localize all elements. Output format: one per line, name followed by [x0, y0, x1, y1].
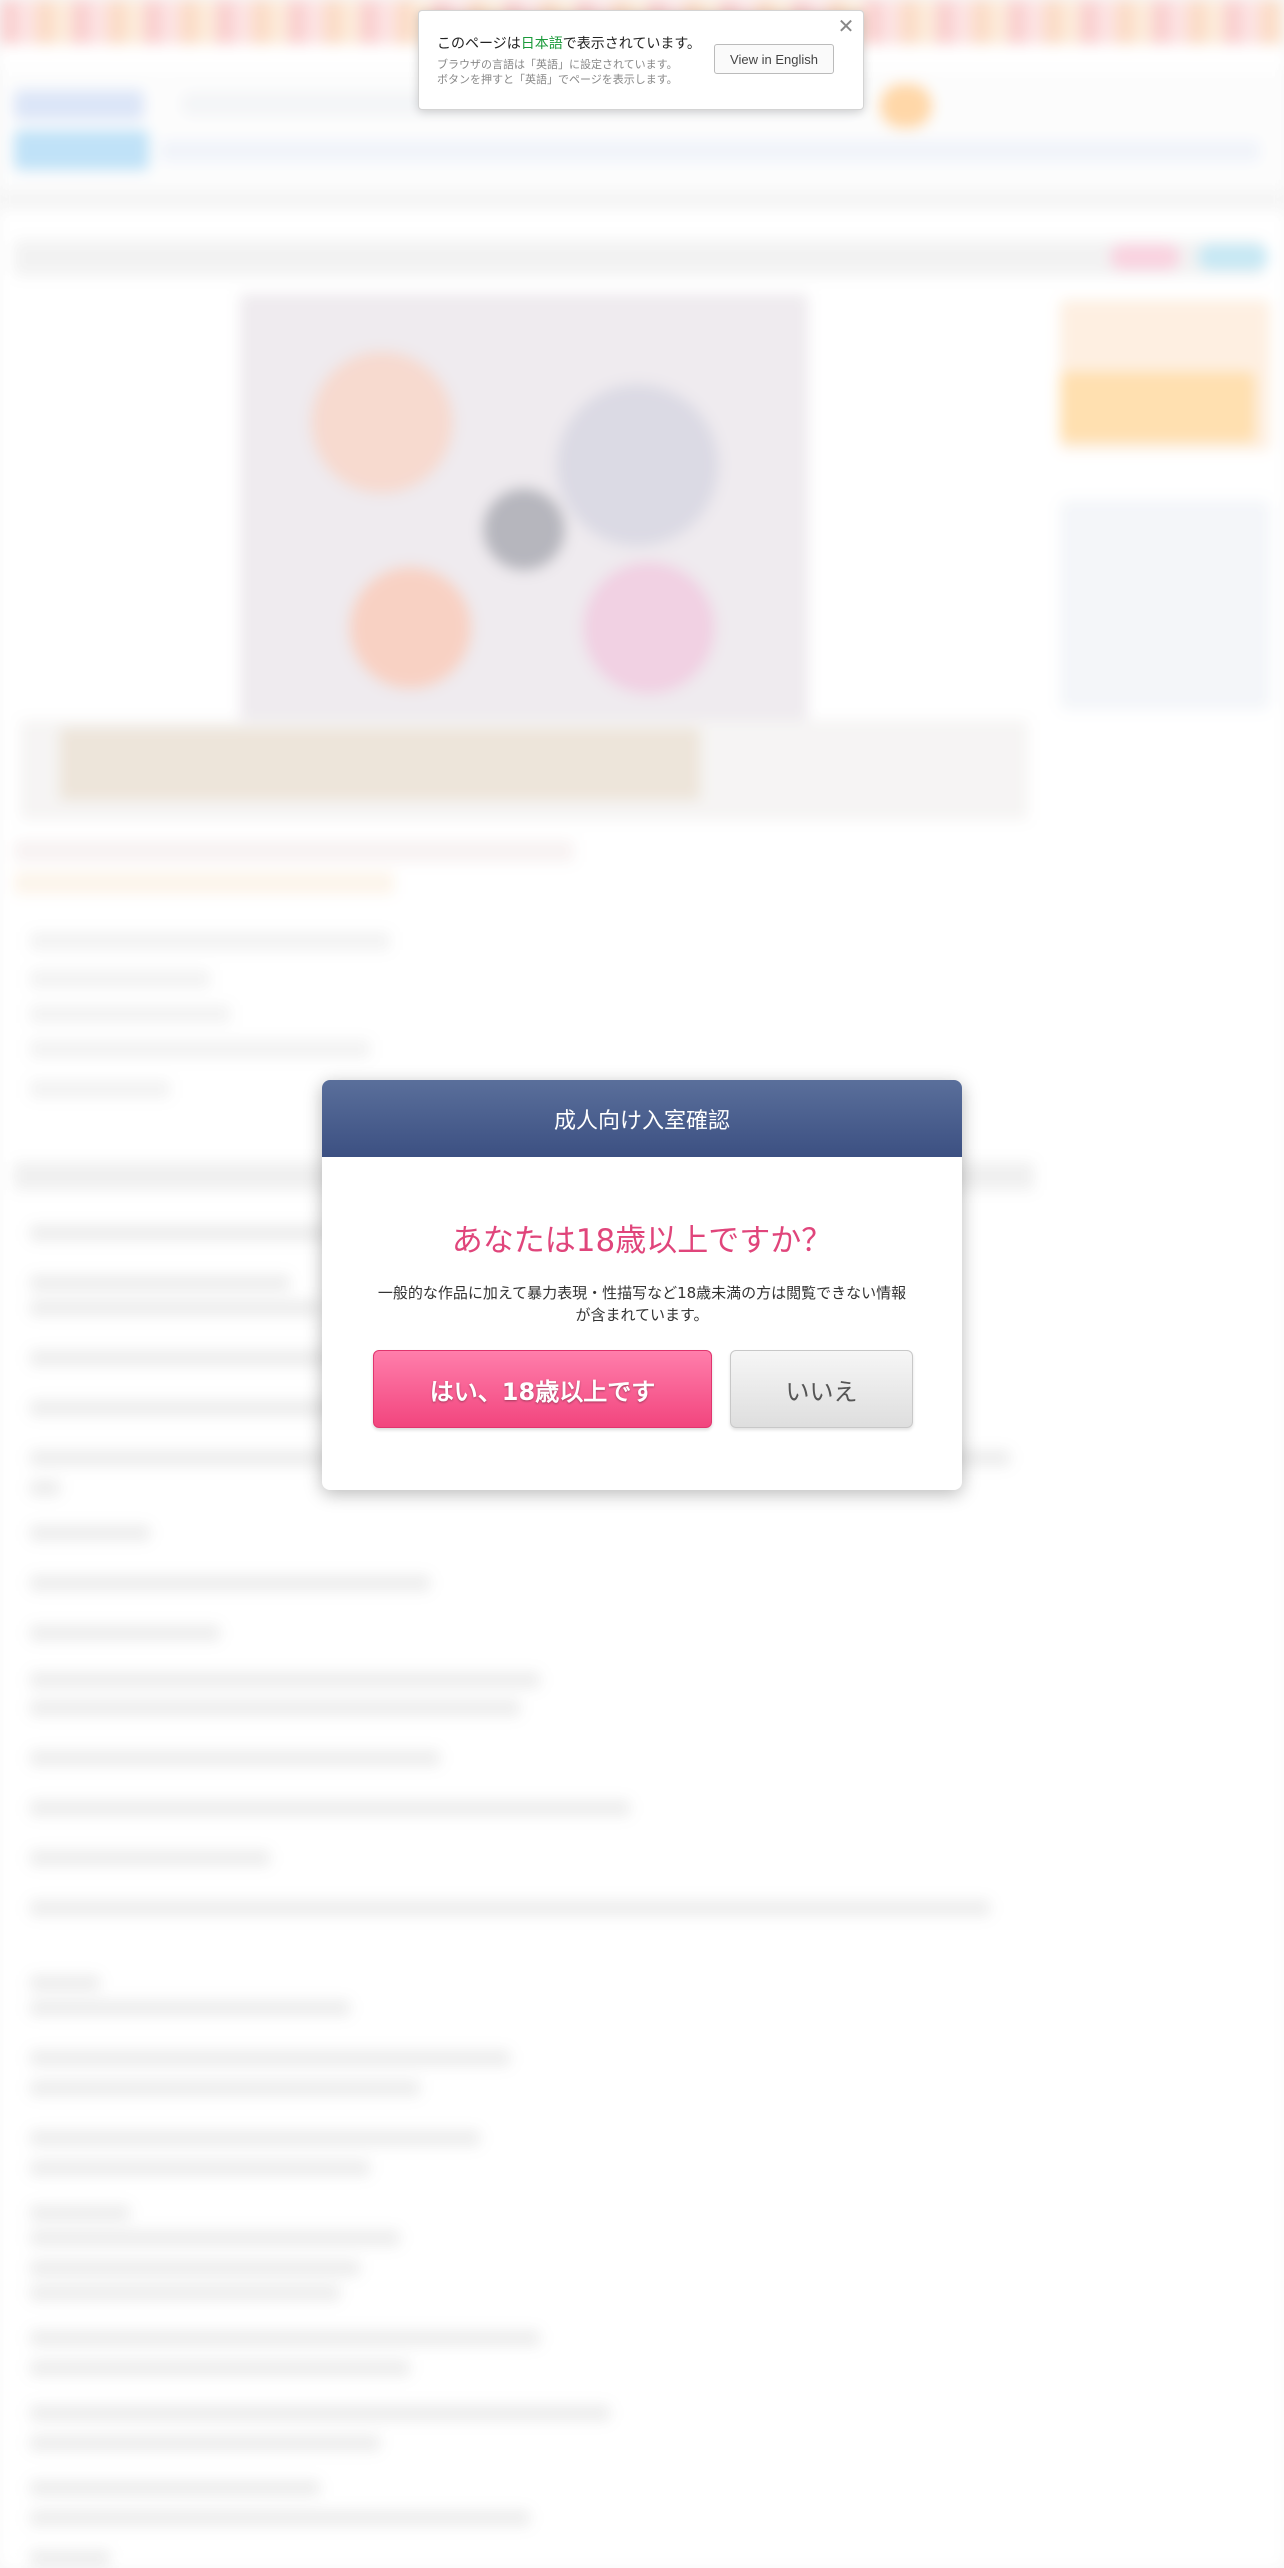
language-notice-title-suffix: で表示されています。: [562, 36, 701, 52]
language-notice-title-prefix: このページは: [437, 36, 521, 52]
language-notice-subtitle-line1: ブラウザの言語は「英語」に設定されています。: [437, 58, 678, 71]
confirm-adult-button[interactable]: はい、18歳以上です: [373, 1350, 712, 1428]
language-notice-popup: ✕ このページは日本語で表示されています。 ブラウザの言語は「英語」に設定されて…: [418, 10, 864, 110]
age-confirmation-modal: 成人向け入室確認 あなたは18歳以上ですか？ 一般的な作品に加えて暴力表現・性描…: [322, 1080, 962, 1490]
modal-header: 成人向け入室確認: [322, 1080, 962, 1157]
language-notice-title: このページは日本語で表示されています。: [437, 33, 701, 53]
language-notice-subtitle-line2: ボタンを押すと「英語」でページを表示します。: [437, 73, 678, 86]
language-notice-subtitle: ブラウザの言語は「英語」に設定されています。 ボタンを押すと「英語」でページを表…: [437, 57, 717, 87]
view-in-english-button[interactable]: View in English: [714, 44, 834, 74]
language-notice-language: 日本語: [520, 36, 563, 52]
modal-button-row: はい、18歳以上です いいえ: [373, 1350, 913, 1428]
close-icon[interactable]: ✕: [835, 15, 857, 37]
age-description: 一般的な作品に加えて暴力表現・性描写など18歳未満の方は閲覧できない情報が含まれ…: [377, 1284, 907, 1324]
age-question: あなたは18歳以上ですか？: [451, 1223, 833, 1259]
decline-button[interactable]: いいえ: [730, 1350, 913, 1428]
